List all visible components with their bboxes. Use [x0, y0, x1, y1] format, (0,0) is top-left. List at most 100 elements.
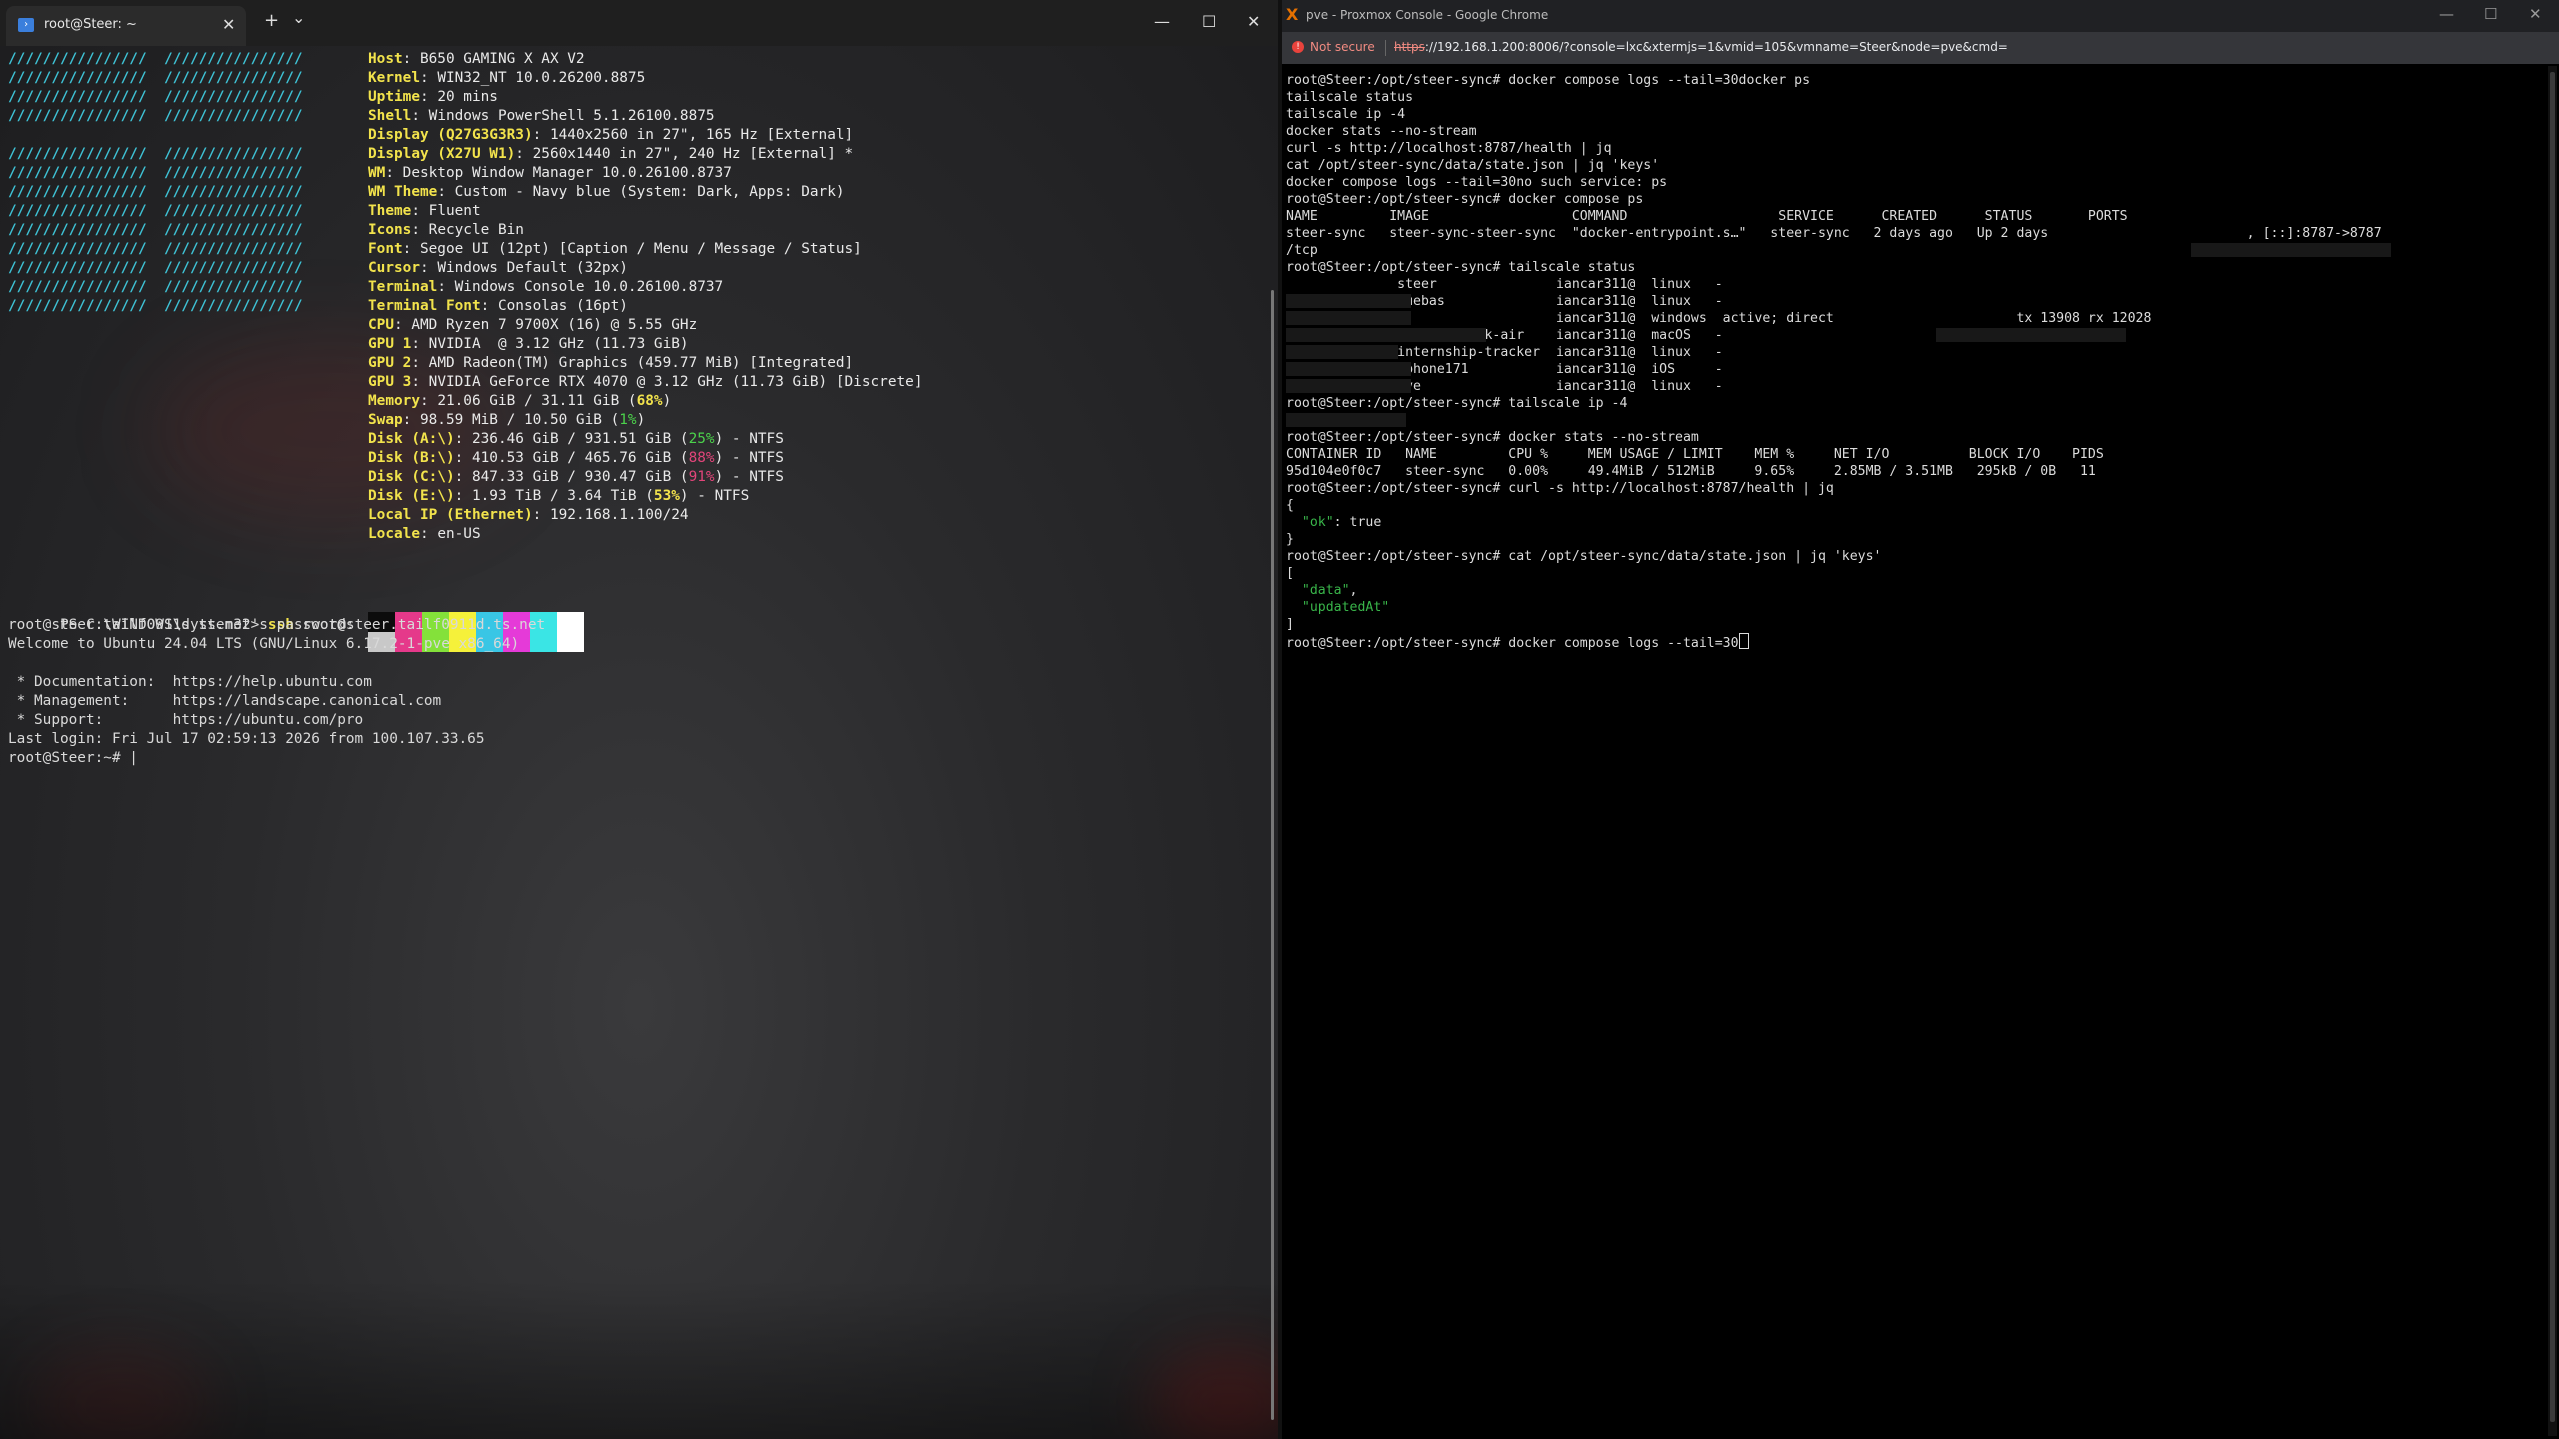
address-bar[interactable]: ! Not secure https://192.168.1.200:8006/…: [1282, 32, 2559, 64]
redacted-block: [1286, 345, 1398, 359]
console-line: [: [1286, 566, 1294, 581]
chrome-titlebar: X pve - Proxmox Console - Google Chrome …: [1282, 0, 2559, 32]
redacted-block: [1286, 328, 1486, 342]
minimize-button[interactable]: —: [1154, 12, 1170, 31]
info-key: Disk (A:\): [368, 431, 455, 447]
terminal-line: Welcome to Ubuntu 24.04 LTS (GNU/Linux 6…: [8, 636, 520, 652]
terminal-line: root@steer.tailf0911d.ts.net's password:: [8, 617, 355, 633]
info-line: GPU 3: NVIDIA GeForce RTX 4070 @ 3.12 GH…: [368, 373, 923, 392]
logo-row: //////////////// ////////////////: [8, 70, 303, 86]
console-line: "ok": true: [1286, 514, 1381, 531]
terminal-scrollbar[interactable]: [1271, 290, 1274, 1420]
maximize-button[interactable]: ☐: [1202, 12, 1216, 31]
info-sep: :: [402, 241, 420, 257]
logo-row: //////////////// ////////////////: [8, 279, 303, 295]
info-value: NVIDIA GeForce RTX 4070 @ 3.12 GHz (11.7…: [428, 374, 923, 390]
info-value: 236.46 GiB / 931.51 GiB (: [471, 431, 689, 447]
info-value: 192.168.1.100/24: [549, 507, 689, 523]
console-line: tailscale status: [1286, 90, 1414, 105]
info-value: 847.33 GiB / 930.47 GiB (: [471, 469, 689, 485]
chrome-window: X pve - Proxmox Console - Google Chrome …: [1282, 0, 2559, 1439]
redacted-block: [1286, 362, 1411, 376]
info-line: GPU 1: NVIDIA @ 3.12 GHz (11.73 GiB): [368, 335, 689, 354]
console-line: root@Steer:/opt/steer-sync# tailscale ip…: [1286, 396, 1628, 411]
console-line: docker stats --no-stream: [1286, 124, 1477, 139]
minimize-button[interactable]: —: [2439, 5, 2454, 23]
info-key: Display (Q27G3G3R3): [368, 127, 533, 143]
close-window-button[interactable]: ✕: [2529, 5, 2542, 23]
tab-dropdown-button[interactable]: ⌄: [292, 8, 305, 27]
tab-close-button[interactable]: ✕: [222, 15, 235, 34]
scrollbar-thumb[interactable]: [2550, 72, 2555, 1422]
info-value: ): [636, 412, 646, 428]
console-line: root@Steer:/opt/steer-sync# tailscale st…: [1286, 260, 1636, 275]
console-line: root@Steer:/opt/steer-sync# docker compo…: [1286, 73, 1811, 88]
info-sep: :: [437, 184, 455, 200]
info-line: Cursor: Windows Default (32px): [368, 259, 628, 278]
url-text[interactable]: https://192.168.1.200:8006/?console=lxc&…: [1394, 40, 2008, 54]
console-scrollbar[interactable]: [2548, 66, 2557, 1436]
info-line: Terminal: Windows Console 10.0.26100.873…: [368, 278, 723, 297]
info-key: Swap: [368, 412, 403, 428]
console-line: docker compose logs --tail=30no such ser…: [1286, 175, 1668, 190]
info-value: ) - NTFS: [679, 488, 750, 504]
console-line: cat /opt/steer-sync/data/state.json | jq…: [1286, 158, 1660, 173]
usage-percent: 53%: [653, 488, 680, 504]
info-sep: :: [480, 298, 498, 314]
info-sep: :: [411, 374, 429, 390]
terminal-line: * Support: https://ubuntu.com/pro: [8, 712, 364, 728]
close-window-button[interactable]: ✕: [1247, 12, 1260, 31]
console-line: }: [1286, 532, 1294, 547]
usage-percent: 1%: [619, 412, 637, 428]
terminal-line: * Documentation: https://help.ubuntu.com: [8, 674, 372, 690]
console-line: root@Steer:/opt/steer-sync# docker stats…: [1286, 430, 1699, 445]
new-tab-button[interactable]: +: [264, 10, 279, 31]
info-line: Disk (B:\): 410.53 GiB / 465.76 GiB (88%…: [368, 449, 784, 468]
info-sep: :: [411, 336, 429, 352]
info-key: Local IP (Ethernet): [368, 507, 533, 523]
info-sep: :: [454, 469, 472, 485]
info-line: Font: Segoe UI (12pt) [Caption / Menu / …: [368, 240, 862, 259]
console-line: ]: [1286, 617, 1294, 632]
palette-swatch: [557, 612, 584, 652]
info-sep: :: [419, 393, 438, 409]
info-value: AMD Radeon(TM) Graphics (459.77 MiB) [In…: [428, 355, 854, 371]
info-line: Disk (E:\): 1.93 TiB / 3.64 TiB (53%) - …: [368, 487, 749, 506]
not-secure-badge[interactable]: Not secure: [1310, 40, 1375, 54]
console-line: root@Steer:/opt/steer-sync# curl -s http…: [1286, 481, 1834, 496]
info-line: WM Theme: Custom - Navy blue (System: Da…: [368, 183, 845, 202]
info-key: Terminal: [368, 279, 438, 295]
console-line: tailscale ip -4: [1286, 107, 1406, 122]
proxmox-console[interactable]: root@Steer:/opt/steer-sync# docker compo…: [1286, 66, 2548, 1436]
redacted-block: [1286, 311, 1411, 325]
info-value: ) - NTFS: [714, 469, 784, 485]
tab-title: root@Steer: ~: [44, 17, 137, 32]
info-value: 21.06 GiB / 31.11 GiB (: [437, 393, 637, 409]
console-line: 95d104e0f0c7 steer-sync 0.00% 49.4MiB / …: [1286, 464, 2096, 479]
maximize-button[interactable]: ☐: [2484, 5, 2497, 23]
info-key: Theme: [368, 203, 412, 219]
warning-icon: !: [1292, 41, 1304, 53]
info-value: 410.53 GiB / 465.76 GiB (: [471, 450, 689, 466]
logo-row: //////////////// ////////////////: [8, 241, 303, 257]
info-value: 1440x2560 in 27", 165 Hz [External]: [549, 127, 854, 143]
info-line: GPU 2: AMD Radeon(TM) Graphics (459.77 M…: [368, 354, 853, 373]
info-sep: :: [437, 279, 455, 295]
info-key: WM Theme: [368, 184, 438, 200]
info-key: Disk (B:\): [368, 450, 455, 466]
info-sep: :: [454, 431, 472, 447]
info-sep: :: [419, 70, 438, 86]
redacted-block: [1286, 379, 1411, 393]
console-line: root@Steer:/opt/steer-sync# docker compo…: [1286, 633, 1749, 651]
terminal-tab[interactable]: › root@Steer: ~ ✕: [6, 6, 246, 46]
info-sep: :: [411, 355, 429, 371]
url-path: ://192.168.1.200:8006/?console=lxc&xterm…: [1424, 40, 2008, 54]
usage-percent: 88%: [688, 450, 715, 466]
info-key: Font: [368, 241, 403, 257]
info-value: AMD Ryzen 7 9700X (16) @ 5.55 GHz: [411, 317, 698, 333]
info-key: Disk (C:\): [368, 469, 455, 485]
logo-row: //////////////// ////////////////: [8, 51, 303, 67]
terminal-content[interactable]: //////////////// //////////////// ///////…: [8, 50, 1268, 1430]
console-line: {: [1286, 498, 1294, 513]
